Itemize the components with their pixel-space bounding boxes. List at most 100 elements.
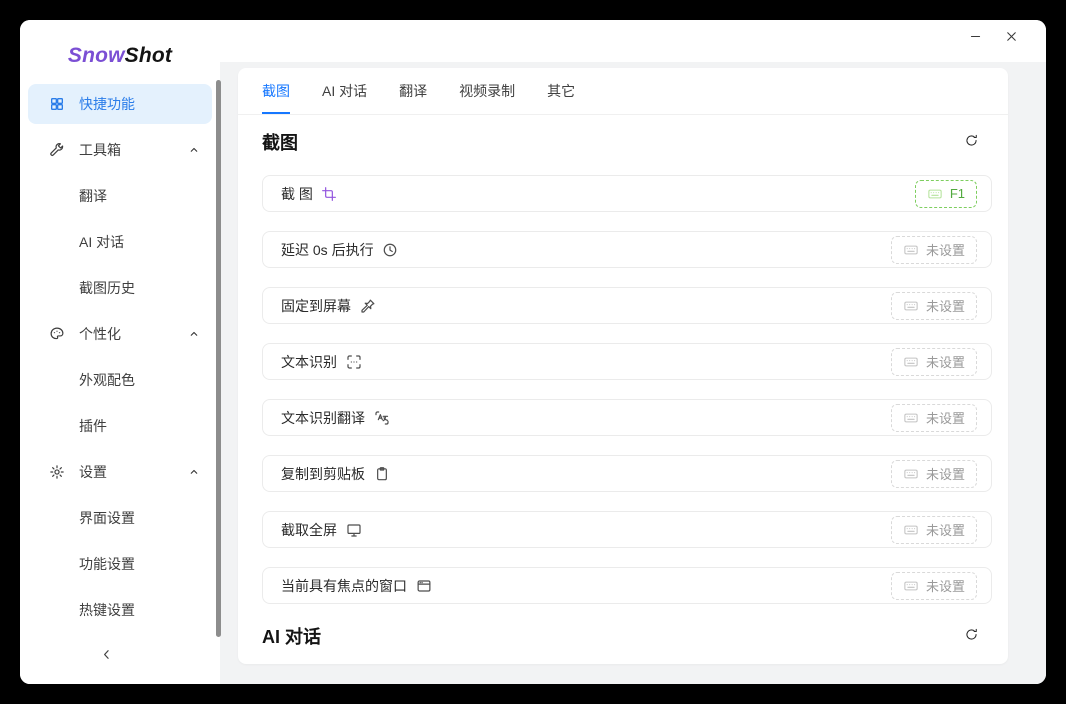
refresh-icon (964, 627, 979, 645)
sidebar-item-label: 外观配色 (79, 370, 135, 390)
tab-video-record[interactable]: 视频录制 (459, 81, 515, 114)
sidebar-item-ai-chat[interactable]: AI 对话 (28, 222, 212, 262)
hotkey-value: 未设置 (926, 352, 965, 371)
hotkey-rows-screenshot: 截 图F1延迟 0s 后执行未设置固定到屏幕未设置文本识别未设置文本识别翻译未设… (262, 175, 992, 604)
minimize-button[interactable] (968, 29, 994, 53)
tab-other[interactable]: 其它 (547, 81, 575, 114)
hotkey-value: F1 (950, 186, 965, 201)
hotkey-row-ocr-translate[interactable]: 文本识别翻译 未设置 (262, 399, 992, 436)
section-header-screenshot: 截图 (262, 129, 982, 155)
close-icon (1004, 29, 1030, 53)
hotkey-badge-ocr[interactable]: 未设置 (891, 348, 977, 376)
hotkey-row-label: 当前具有焦点的窗口 (281, 576, 407, 596)
sidebar-scrollbar[interactable] (216, 80, 221, 637)
chevron-left-icon (99, 647, 139, 677)
sidebar-item-label: 界面设置 (79, 508, 135, 528)
clock-icon (382, 241, 399, 258)
keyboard-icon (903, 522, 919, 538)
hotkey-row-capture[interactable]: 截 图 F1 (262, 175, 992, 212)
sidebar-menu: 快捷功能工具箱翻译 AI 对话截图历史个性化外观配色插件设置界面设置功能设置热键设… (20, 78, 220, 630)
hotkey-row-focused-window[interactable]: 当前具有焦点的窗口 未设置 (262, 567, 992, 604)
keyboard-icon (903, 354, 919, 370)
hotkey-badge-copy-clipboard[interactable]: 未设置 (891, 460, 977, 488)
sidebar-item-label: 设置 (79, 462, 107, 482)
tab-screenshot[interactable]: 截图 (262, 81, 290, 114)
hotkey-row-delayed-capture[interactable]: 延迟 0s 后执行 未设置 (262, 231, 992, 268)
keyboard-icon (903, 242, 919, 258)
hotkey-row-label: 文本识别翻译 (281, 408, 365, 428)
gear-icon (48, 463, 66, 481)
sidebar-item-translate[interactable]: 翻译 (28, 176, 212, 216)
clipboard-icon (373, 465, 390, 482)
tab-translate[interactable]: 翻译 (399, 81, 427, 114)
hotkey-row-ocr[interactable]: 文本识别 未设置 (262, 343, 992, 380)
chevron-up-icon[interactable] (188, 328, 200, 340)
logo-shot: Shot (125, 44, 172, 67)
hotkey-value: 未设置 (926, 296, 965, 315)
sidebar-item-label: 截图历史 (79, 278, 135, 298)
hotkey-row-label: 截取全屏 (281, 520, 337, 540)
chevron-up-icon[interactable] (188, 466, 200, 478)
collapse-sidebar-button[interactable] (99, 647, 139, 677)
sidebar-item-function-settings[interactable]: 功能设置 (28, 544, 212, 584)
hotkey-value: 未设置 (926, 464, 965, 483)
grid-icon (48, 95, 66, 113)
keyboard-icon (903, 410, 919, 426)
snowshot-window: 截图AI 对话翻译视频录制其它 截图截 图F1延迟 0s 后执行未设置固定到屏幕… (20, 20, 1046, 684)
screen-background: 截图AI 对话翻译视频录制其它 截图截 图F1延迟 0s 后执行未设置固定到屏幕… (0, 0, 1066, 704)
close-button[interactable] (1004, 29, 1030, 53)
hotkey-row-full-screen[interactable]: 截取全屏 未设置 (262, 511, 992, 548)
refresh-icon (964, 133, 979, 151)
hotkey-badge-capture[interactable]: F1 (915, 180, 977, 208)
ocr-icon (345, 353, 362, 370)
sidebar-item-plugins[interactable]: 插件 (28, 406, 212, 446)
keyboard-icon (903, 298, 919, 314)
sidebar-item-ui-settings[interactable]: 界面设置 (28, 498, 212, 538)
keyboard-icon (903, 578, 919, 594)
titlebar[interactable] (220, 20, 1046, 62)
section-title: AI 对话 (262, 623, 321, 649)
tab-ai-chat[interactable]: AI 对话 (322, 81, 367, 114)
chevron-up-icon[interactable] (188, 144, 200, 156)
palette-icon (48, 325, 66, 343)
window-icon (415, 577, 432, 594)
sidebar-item-label: 快捷功能 (79, 94, 135, 114)
hotkey-badge-full-screen[interactable]: 未设置 (891, 516, 977, 544)
ocr-translate-icon (373, 409, 390, 426)
hotkey-row-label: 截 图 (281, 184, 313, 204)
hotkey-row-label: 延迟 0s 后执行 (281, 240, 374, 260)
sidebar-item-appearance-color[interactable]: 外观配色 (28, 360, 212, 400)
logo-snow: Snow (68, 44, 125, 67)
sidebar-item-quick-actions[interactable]: 快捷功能 (28, 84, 212, 124)
hotkey-row-copy-clipboard[interactable]: 复制到剪贴板未设置 (262, 455, 992, 492)
sidebar: SnowShot 快捷功能工具箱翻译 AI 对话截图历史个性化外观配色插件设置界面… (20, 20, 220, 684)
hotkey-value: 未设置 (926, 408, 965, 427)
hotkey-badge-focused-window[interactable]: 未设置 (891, 572, 977, 600)
sidebar-item-label: 热键设置 (79, 600, 135, 620)
hotkey-row-label: 固定到屏幕 (281, 296, 351, 316)
section-header-ai-chat: AI 对话 (262, 623, 982, 649)
sidebar-item-toolbox[interactable]: 工具箱 (28, 130, 212, 170)
minimize-icon (968, 29, 994, 53)
sidebar-item-screenshot-history[interactable]: 截图历史 (28, 268, 212, 308)
hotkey-badge-ocr-translate[interactable]: 未设置 (891, 404, 977, 432)
hotkey-row-label: 文本识别 (281, 352, 337, 372)
keyboard-icon (927, 186, 943, 202)
hotkey-badge-pin-to-screen[interactable]: 未设置 (891, 292, 977, 320)
sidebar-item-label: 工具箱 (79, 140, 121, 160)
hotkey-value: 未设置 (926, 576, 965, 595)
category-tabs: 截图 AI 对话翻译视频录制其它 (238, 68, 1008, 115)
hotkey-row-pin-to-screen[interactable]: 固定到屏幕 未设置 (262, 287, 992, 324)
sidebar-item-personalization[interactable]: 个性化 (28, 314, 212, 354)
hotkey-badge-delayed-capture[interactable]: 未设置 (891, 236, 977, 264)
section-title: 截图 (262, 129, 298, 155)
sidebar-item-label: 翻译 (79, 186, 107, 206)
main-content-area: 截图AI 对话翻译视频录制其它 截图截 图F1延迟 0s 后执行未设置固定到屏幕… (220, 62, 1046, 684)
keyboard-icon (903, 466, 919, 482)
sidebar-item-hotkey-settings[interactable]: 热键设置 (28, 590, 212, 630)
tool-icon (48, 141, 66, 159)
refresh-hotkeys-button[interactable] (960, 625, 982, 647)
refresh-hotkeys-button[interactable] (960, 131, 982, 153)
monitor-icon (345, 521, 362, 538)
sidebar-item-settings[interactable]: 设置 (28, 452, 212, 492)
